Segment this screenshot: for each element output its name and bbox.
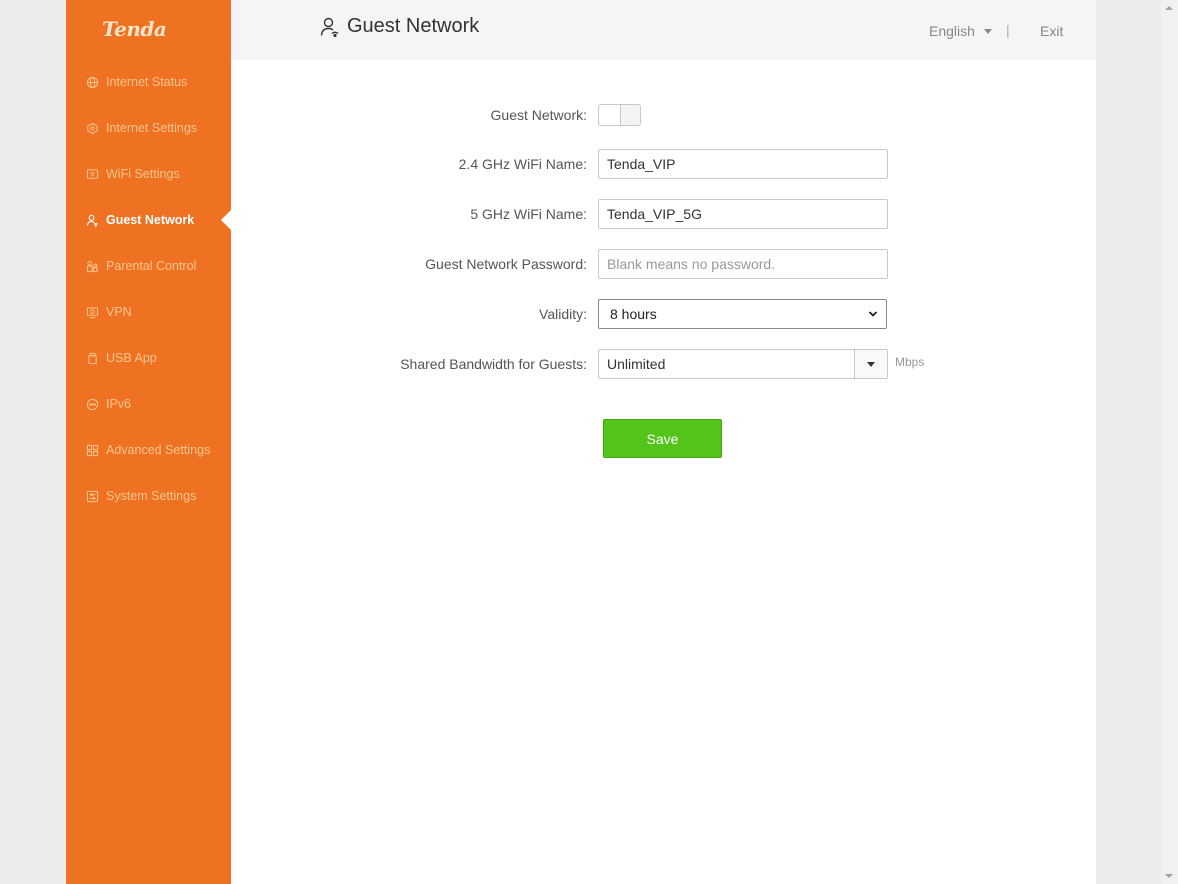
sidebar-item-internet-settings[interactable]: Internet Settings bbox=[66, 105, 231, 151]
bandwidth-label: Shared Bandwidth for Guests: bbox=[400, 356, 587, 372]
bandwidth-value: Unlimited bbox=[607, 356, 666, 372]
system-icon bbox=[85, 489, 99, 503]
wifi-24-label: 2.4 GHz WiFi Name: bbox=[458, 156, 587, 172]
tenda-logo: Tenda bbox=[102, 17, 167, 41]
language-label: English bbox=[929, 23, 975, 39]
sidebar: Tenda Internet Status Internet Settings … bbox=[66, 0, 231, 884]
grid-icon bbox=[85, 443, 99, 457]
page-title: Guest Network bbox=[319, 15, 479, 38]
guest-user-icon bbox=[85, 213, 99, 227]
bandwidth-unit: Mbps bbox=[895, 355, 925, 369]
caret-down-icon bbox=[867, 362, 875, 367]
wifi-5-label: 5 GHz WiFi Name: bbox=[470, 206, 587, 222]
sidebar-item-label: Internet Status bbox=[106, 75, 188, 89]
vpn-icon bbox=[85, 305, 99, 319]
guest-network-toggle[interactable] bbox=[598, 104, 641, 126]
sidebar-item-label: Guest Network bbox=[106, 213, 195, 227]
wifi-5-name-input[interactable] bbox=[598, 199, 888, 229]
globe-icon bbox=[85, 75, 99, 89]
page-title-text: Guest Network bbox=[347, 15, 480, 37]
password-label: Guest Network Password: bbox=[425, 256, 587, 272]
guest-network-label: Guest Network: bbox=[490, 107, 587, 123]
wifi-24-name-input[interactable] bbox=[598, 149, 888, 179]
sidebar-item-label: USB App bbox=[106, 351, 157, 365]
bandwidth-row: Shared Bandwidth for Guests: Unlimited M… bbox=[231, 349, 1096, 379]
wifi-icon bbox=[85, 167, 99, 181]
save-button[interactable]: Save bbox=[603, 419, 722, 458]
sidebar-item-advanced-settings[interactable]: Advanced Settings bbox=[66, 427, 231, 473]
sidebar-item-system-settings[interactable]: System Settings bbox=[66, 473, 231, 519]
scroll-up-icon[interactable] bbox=[1165, 6, 1173, 10]
page-scrollbar[interactable] bbox=[1161, 0, 1178, 884]
sidebar-nav: Internet Status Internet Settings WiFi S… bbox=[66, 59, 231, 519]
language-selector[interactable]: English bbox=[929, 23, 992, 39]
chevron-down-icon bbox=[868, 311, 878, 317]
ipv6-icon bbox=[85, 397, 99, 411]
sidebar-item-label: VPN bbox=[106, 305, 132, 319]
sidebar-item-label: Advanced Settings bbox=[106, 443, 211, 457]
main-content: Guest Network: 2.4 GHz WiFi Name: 5 GHz … bbox=[231, 60, 1096, 884]
sidebar-item-label: Parental Control bbox=[106, 259, 197, 273]
sidebar-item-ipv6[interactable]: IPv6 bbox=[66, 381, 231, 427]
usb-icon bbox=[85, 351, 99, 365]
header: Guest Network English | Exit bbox=[231, 0, 1096, 60]
sidebar-item-vpn[interactable]: VPN bbox=[66, 289, 231, 335]
wifi-24-row: 2.4 GHz WiFi Name: bbox=[231, 149, 1096, 179]
validity-value: 8 hours bbox=[610, 306, 657, 322]
exit-link[interactable]: Exit bbox=[1040, 23, 1063, 39]
sidebar-item-wifi-settings[interactable]: WiFi Settings bbox=[66, 151, 231, 197]
header-separator: | bbox=[1006, 22, 1010, 38]
sidebar-item-guest-network[interactable]: Guest Network bbox=[66, 197, 231, 243]
sidebar-item-label: IPv6 bbox=[106, 397, 132, 411]
guest-network-row: Guest Network: bbox=[231, 104, 1096, 134]
validity-row: Validity: 8 hours bbox=[231, 299, 1096, 329]
bandwidth-dropdown-button[interactable] bbox=[854, 350, 887, 378]
guest-password-input[interactable] bbox=[598, 249, 888, 279]
parental-icon bbox=[85, 259, 99, 273]
toggle-knob bbox=[599, 105, 621, 125]
chevron-down-icon bbox=[983, 28, 992, 34]
sidebar-item-usb-app[interactable]: USB App bbox=[66, 335, 231, 381]
sidebar-item-label: System Settings bbox=[106, 489, 197, 503]
validity-select[interactable]: 8 hours bbox=[598, 299, 887, 329]
password-row: Guest Network Password: bbox=[231, 249, 1096, 279]
validity-label: Validity: bbox=[539, 306, 587, 322]
settings-icon bbox=[85, 121, 99, 135]
sidebar-item-label: WiFi Settings bbox=[106, 167, 180, 181]
sidebar-item-label: Internet Settings bbox=[106, 121, 198, 135]
scroll-down-icon[interactable] bbox=[1165, 874, 1173, 878]
sidebar-item-parental-control[interactable]: Parental Control bbox=[66, 243, 231, 289]
guest-user-icon bbox=[319, 16, 341, 38]
bandwidth-combo[interactable]: Unlimited bbox=[598, 349, 888, 379]
wifi-5-row: 5 GHz WiFi Name: bbox=[231, 199, 1096, 229]
sidebar-item-internet-status[interactable]: Internet Status bbox=[66, 59, 231, 105]
